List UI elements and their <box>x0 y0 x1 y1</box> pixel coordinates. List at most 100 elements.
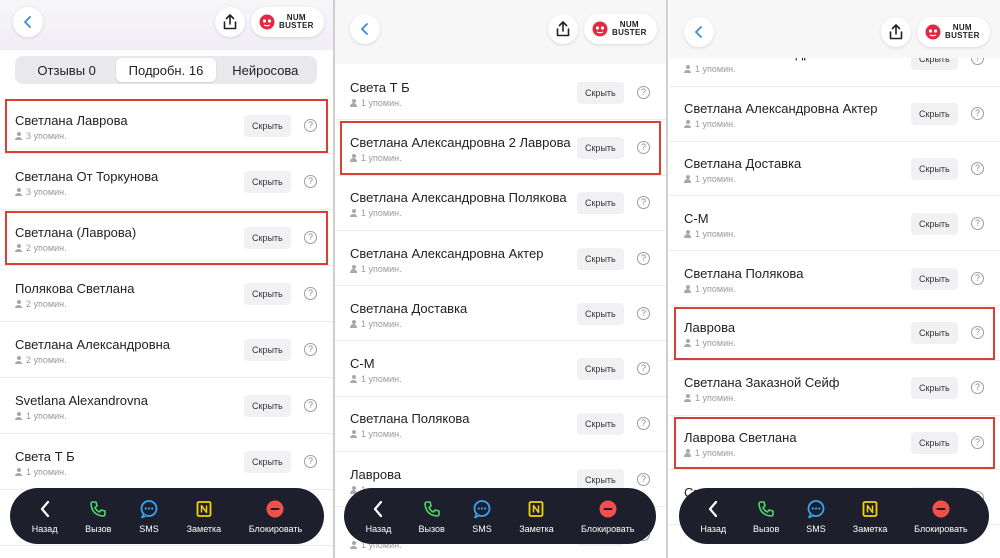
note-button[interactable]: Заметка <box>187 499 221 534</box>
list-item[interactable]: Светлана Александровна Полякова 1 упомин.… <box>335 176 666 231</box>
back-button[interactable] <box>684 17 714 47</box>
tab-reviews[interactable]: Отзывы 0 <box>17 58 116 82</box>
help-icon[interactable]: ? <box>304 231 317 244</box>
call-button[interactable]: Вызов <box>753 499 779 534</box>
call-button[interactable]: Вызов <box>419 499 445 534</box>
help-icon[interactable]: ? <box>971 216 984 230</box>
help-icon[interactable]: ? <box>971 271 984 285</box>
hide-button[interactable]: Скрыть <box>244 171 291 193</box>
list-item[interactable]: Светлана Александровна Актер 1 упомин. Скр… <box>335 231 666 287</box>
hide-button[interactable]: Скрыть <box>244 283 291 305</box>
hide-button[interactable]: Скрыть <box>244 339 291 361</box>
sms-button[interactable]: SMS <box>139 499 159 534</box>
hide-button[interactable]: Скрыть <box>911 431 958 454</box>
hide-button[interactable]: Скрыть <box>911 103 958 126</box>
share-button[interactable] <box>881 17 911 47</box>
tab-details[interactable]: Подробн. 16 <box>116 58 216 82</box>
hide-button[interactable]: Скрыть <box>911 377 958 400</box>
list-item[interactable]: С-М 1 упомин. Скрыть? <box>335 341 666 397</box>
list-item[interactable]: Светлана Александровна Актер 1 упомин. Скр… <box>669 87 1000 142</box>
help-icon[interactable]: ? <box>304 343 317 356</box>
call-button[interactable]: Вызов <box>85 499 111 534</box>
list-item[interactable]: Лаврова 1 упомин. Скрыть? <box>669 306 1000 361</box>
block-icon-wrap <box>931 499 951 519</box>
list-item[interactable]: Светлана Заказной Сейф 1 упомин. Скрыть? <box>669 361 1000 416</box>
share-button[interactable] <box>548 14 578 44</box>
nav-label: Вызов <box>85 523 112 534</box>
person-icon <box>684 394 691 403</box>
sms-button[interactable]: SMS <box>806 499 826 534</box>
mentions-count: 1 упомин. <box>684 174 736 184</box>
help-icon[interactable]: ? <box>304 399 317 412</box>
list-item[interactable]: Светлана От Торкунова 3 упомин. Скрыть? <box>0 154 333 210</box>
hide-button[interactable]: Скрыть <box>911 212 958 235</box>
hide-button[interactable]: Скрыть <box>577 413 624 436</box>
list-item[interactable]: Светлана Доставка 1 упомин. Скрыть? <box>669 142 1000 197</box>
help-icon[interactable]: ? <box>637 251 650 265</box>
help-icon[interactable]: ? <box>304 119 317 132</box>
hide-button[interactable]: Скрыть <box>577 136 624 159</box>
note-button[interactable]: Заметка <box>519 499 554 534</box>
list-item[interactable]: Светлана Полякова 1 упомин. Скрыть? <box>335 397 666 453</box>
list-item[interactable]: Светлана Александровна 2 Лаврова 1 упомин… <box>335 120 666 176</box>
help-icon[interactable]: ? <box>971 107 984 121</box>
hide-button[interactable]: Скрыть <box>244 115 291 137</box>
hide-button[interactable]: Скрыть <box>577 247 624 270</box>
back-nav-button[interactable]: Назад <box>366 499 391 534</box>
list-item[interactable]: Светлана Полякова 1 упомин. Скрыть? <box>669 251 1000 306</box>
hide-button[interactable]: Скрыть <box>911 322 958 345</box>
list-item[interactable]: Светлана Лаврова 3 упомин. Скрыть? <box>0 98 333 154</box>
hide-button[interactable]: Скрыть <box>911 267 958 290</box>
person-icon <box>350 153 357 162</box>
list-item[interactable]: Svetlana Alexandrovna 1 упомин. Скрыть? <box>0 378 333 434</box>
list-item[interactable]: Лаврова Светлана 1 упомин. Скрыть? <box>669 416 1000 471</box>
hide-button[interactable]: Скрыть <box>577 358 624 381</box>
back-nav-button[interactable]: Назад <box>700 499 726 534</box>
help-icon[interactable]: ? <box>637 362 650 376</box>
chevron-left-icon <box>709 500 718 517</box>
help-icon[interactable]: ? <box>637 140 650 154</box>
list-item[interactable]: Светлана (Лаврова) 2 упомин. Скрыть? <box>0 210 333 266</box>
note-button[interactable]: Заметка <box>853 499 887 534</box>
help-icon[interactable]: ? <box>637 85 650 99</box>
hide-button[interactable]: Скрыть <box>244 227 291 249</box>
sms-button[interactable]: SMS <box>472 499 492 534</box>
hide-button[interactable]: Скрыть <box>577 81 624 104</box>
mentions-label: 1 упомин. <box>695 447 736 458</box>
help-icon[interactable]: ? <box>637 417 650 431</box>
help-icon[interactable]: ? <box>304 455 317 468</box>
tab-neural[interactable]: Нейросова <box>216 58 315 82</box>
sms-icon-wrap <box>472 499 492 519</box>
mentions-count: 3 упомин. <box>15 187 67 197</box>
block-button[interactable]: Блокировать <box>914 499 968 534</box>
help-icon[interactable]: ? <box>637 472 650 486</box>
list-item[interactable]: С-М 1 упомин. Скрыть? <box>669 196 1000 252</box>
hide-button[interactable]: Скрыть <box>244 451 291 473</box>
back-button[interactable] <box>13 7 43 37</box>
list-item[interactable]: Светлана Доставка 1 упомин. Скрыть? <box>335 286 666 342</box>
list-item[interactable]: Светлана Александровна 2 упомин. Скрыть? <box>0 322 333 378</box>
help-icon[interactable]: ? <box>971 435 984 449</box>
share-button[interactable] <box>215 7 245 37</box>
help-icon[interactable]: ? <box>637 196 650 210</box>
help-icon[interactable]: ? <box>304 175 317 188</box>
hide-button[interactable]: Скрыть <box>577 302 624 325</box>
back-button[interactable] <box>350 14 380 44</box>
help-icon[interactable]: ? <box>971 381 984 395</box>
back-nav-button[interactable]: Назад <box>32 499 58 534</box>
help-icon[interactable]: ? <box>304 287 317 300</box>
mentions-label: 1 упомин. <box>695 338 736 349</box>
list-item[interactable]: Света Т Б 1 упомин. Скрыть? <box>0 434 333 490</box>
hide-button[interactable]: Скрыть <box>577 192 624 215</box>
list-item[interactable]: Полякова Светлана 2 упомин. Скрыть? <box>0 266 333 322</box>
hide-button[interactable]: Скрыть <box>244 395 291 417</box>
help-icon[interactable]: ? <box>971 326 984 340</box>
block-button[interactable]: Блокировать <box>581 499 634 534</box>
help-icon[interactable]: ? <box>971 161 984 175</box>
mentions-count: 1 упомин. <box>350 429 402 439</box>
help-icon[interactable]: ? <box>637 306 650 320</box>
hide-button[interactable]: Скрыть <box>911 157 958 180</box>
chevron-left-icon <box>695 26 702 38</box>
block-button[interactable]: Блокировать <box>249 499 302 534</box>
list-item[interactable]: Света Т Б 1 упомин. Скрыть? <box>335 65 666 121</box>
